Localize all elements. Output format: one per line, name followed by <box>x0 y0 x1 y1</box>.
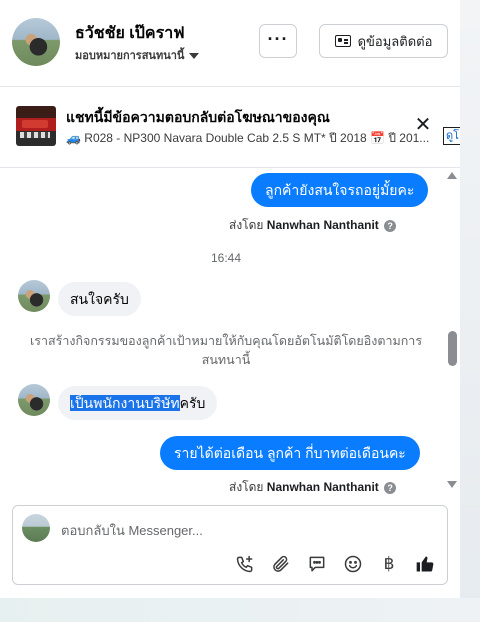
message-text: ครับ <box>179 395 206 411</box>
reply-composer[interactable]: ตอบกลับใน Messenger... ฿ <box>12 505 448 585</box>
call-icon[interactable] <box>233 552 257 576</box>
assign-label: มอบหมายการสนทนานี้ <box>75 50 185 62</box>
info-icon[interactable]: ? <box>384 481 397 494</box>
sender-name: Nanwhan Nanthanit <box>266 218 379 232</box>
emoji-icon[interactable] <box>341 552 365 576</box>
sent-by-label: ส่งโดย Nanwhan Nanthanit ? <box>229 216 397 235</box>
view-contact-label: ดูข้อมูลติดต่อ <box>357 33 433 49</box>
message-timestamp: 16:44 <box>210 251 242 265</box>
ad-banner-subtitle: 🚙 R028 - NP300 Navara Double Cab 2.5 S M… <box>66 131 430 145</box>
inbox-conversation-panel: ธวัชชัย เป๊คราฟ มอบหมายการสนทนานี้ ··· ด… <box>0 0 460 598</box>
view-ad-link[interactable]: ดูโ <box>443 127 460 145</box>
reply-input[interactable]: ตอบกลับใน Messenger... <box>61 520 203 541</box>
assign-conversation-dropdown[interactable]: มอบหมายการสนทนานี้ <box>75 46 200 64</box>
close-icon[interactable]: ✕ <box>413 115 433 135</box>
contact-name[interactable]: ธวัชชัย เป๊คราฟ <box>75 21 185 46</box>
caret-down-icon <box>189 53 200 60</box>
scroll-down-arrow[interactable] <box>447 481 457 488</box>
conversation-header: ธวัชชัย เป๊คราฟ มอบหมายการสนทนานี้ ··· ด… <box>0 0 460 87</box>
bottom-background <box>0 598 480 622</box>
selected-text: เป็นพนักงานบริษัท <box>70 395 180 411</box>
outgoing-message-bubble[interactable]: ลูกค้ายังสนใจรถอยู่มั้ยคะ <box>251 173 429 207</box>
sender-name: Nanwhan Nanthanit <box>266 480 379 494</box>
system-notice: เราสร้างกิจกรรมของลูกค้าเป้าหมายให้กับคุ… <box>29 334 423 367</box>
baht-icon[interactable]: ฿ <box>377 552 401 576</box>
sent-by-prefix: ส่งโดย <box>229 480 264 494</box>
composer-toolbar: ฿ <box>233 552 437 576</box>
incoming-message-bubble[interactable]: สนใจครับ <box>58 282 141 316</box>
ad-reply-banner: แชทนี้มีข้อความตอบกลับต่อโฆษณาของคุณ 🚙 R… <box>0 87 460 168</box>
scroll-up-arrow[interactable] <box>447 172 457 179</box>
more-options-button[interactable]: ··· <box>259 24 297 58</box>
contact-avatar-small <box>18 384 50 416</box>
ad-thumbnail[interactable] <box>16 106 56 146</box>
saved-reply-icon[interactable] <box>305 552 329 576</box>
side-background <box>460 0 480 622</box>
info-icon[interactable]: ? <box>384 219 397 232</box>
contact-card-icon <box>334 35 351 47</box>
contact-avatar[interactable] <box>12 18 60 66</box>
ad-banner-title: แชทนี้มีข้อความตอบกลับต่อโฆษณาของคุณ <box>66 109 330 125</box>
attach-icon[interactable] <box>269 552 293 576</box>
contact-avatar-small <box>18 280 50 312</box>
sent-by-prefix: ส่งโดย <box>229 218 264 232</box>
outgoing-message-bubble[interactable]: รายได้ต่อเดือน ลูกค้า กี่บาทต่อเดือนคะ <box>160 436 420 470</box>
like-icon[interactable] <box>413 552 437 576</box>
page-avatar <box>22 514 50 542</box>
more-icon: ··· <box>267 29 289 49</box>
view-contact-button[interactable]: ดูข้อมูลติดต่อ <box>319 24 448 58</box>
sent-by-label: ส่งโดย Nanwhan Nanthanit ? <box>229 478 397 497</box>
incoming-message-bubble[interactable]: เป็นพนักงานบริษัทครับ <box>58 386 218 420</box>
scrollbar-thumb[interactable] <box>448 331 457 366</box>
